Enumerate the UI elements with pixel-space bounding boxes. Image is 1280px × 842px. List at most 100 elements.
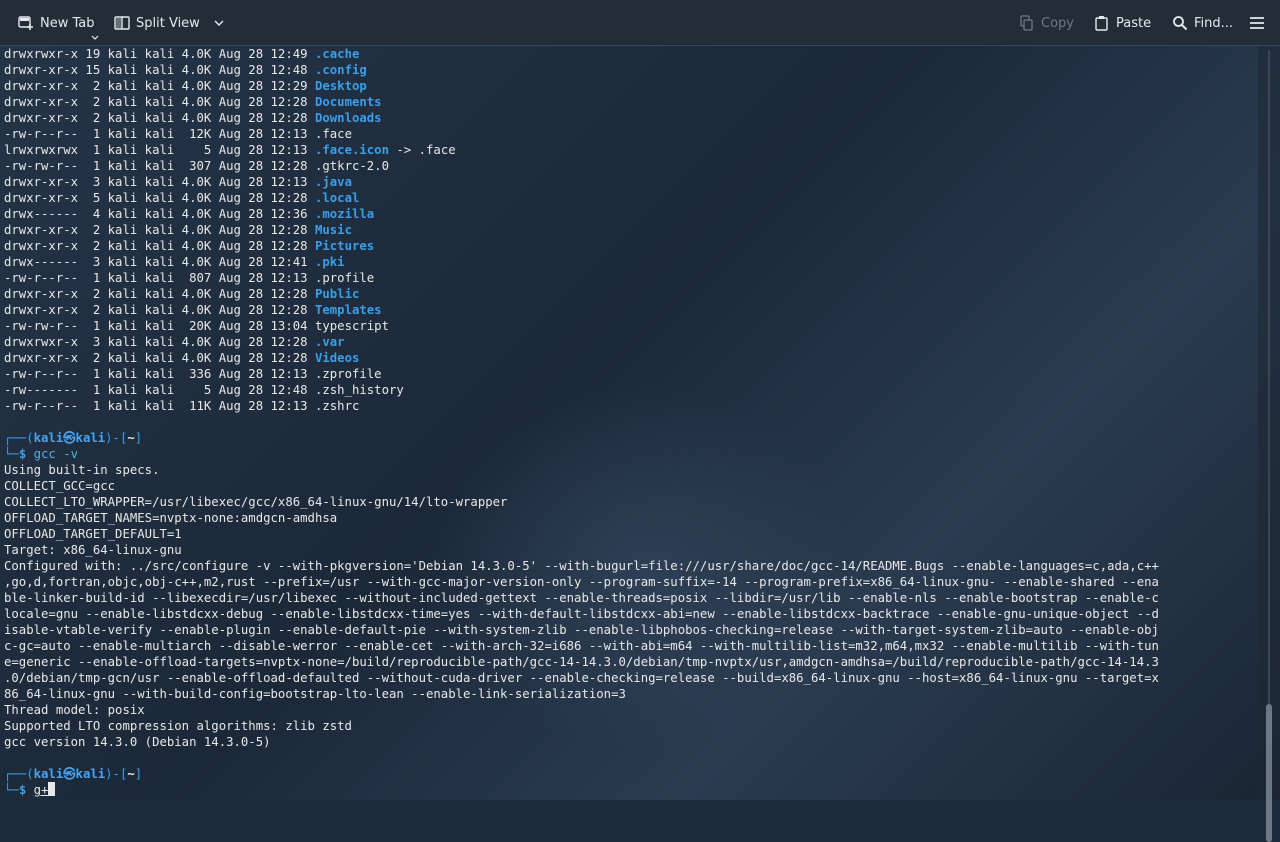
output-line: ble-linker-build-id --libexecdir=/usr/li…: [4, 590, 1159, 606]
output-line: OFFLOAD_TARGET_NAMES=nvptx-none:amdgcn-a…: [4, 510, 1159, 526]
listing-meta: drwxr-xr-x 2 kali kali 4.0K Aug 28 12:28: [4, 351, 315, 365]
listing-row: drwxr-xr-x 5 kali kali 4.0K Aug 28 12:28…: [4, 190, 1159, 206]
text-cursor: [48, 782, 56, 796]
find-label: Find...: [1194, 15, 1234, 31]
prompt-path: ~: [127, 431, 135, 445]
listing-row: -rw-r--r-- 1 kali kali 807 Aug 28 12:13 …: [4, 270, 1159, 286]
listing-meta: drwxrwxr-x 3 kali kali 4.0K Aug 28 12:28: [4, 335, 315, 349]
output-text: ,go,d,fortran,objc,obj-c++,m2,rust --pre…: [4, 575, 1159, 589]
prompt-frame: ┌──(: [4, 431, 34, 445]
new-tab-icon: [18, 15, 34, 31]
listing-row: drwxr-xr-x 2 kali kali 4.0K Aug 28 12:28…: [4, 222, 1159, 238]
listing-meta: lrwxrwxrwx 1 kali kali 5 Aug 28 12:13: [4, 143, 315, 157]
output-text: Supported LTO compression algorithms: zl…: [4, 719, 352, 733]
output-text: c-gc=auto --enable-multiarch --disable-w…: [4, 639, 1159, 653]
output-line: COLLECT_LTO_WRAPPER=/usr/libexec/gcc/x86…: [4, 494, 1159, 510]
listing-name: Desktop: [314, 79, 367, 93]
listing-name: .cache: [314, 47, 360, 61]
prompt-dollar: $: [18, 447, 34, 461]
listing-row: drwxr-xr-x 3 kali kali 4.0K Aug 28 12:13…: [4, 174, 1159, 190]
output-text: Using built-in specs.: [4, 463, 160, 477]
listing-meta: drwxr-xr-x 2 kali kali 4.0K Aug 28 12:28: [4, 287, 315, 301]
split-view-icon: [114, 15, 130, 31]
split-view-label: Split View: [136, 15, 200, 31]
new-tab-button[interactable]: New Tab: [18, 12, 95, 34]
listing-name: .local: [314, 191, 360, 205]
output-text: locale=gnu --enable-libstdcxx-debug --en…: [4, 607, 1159, 621]
listing-name: .gtkrc-2.0: [314, 159, 389, 173]
listing-meta: drwx------ 4 kali kali 4.0K Aug 28 12:36: [4, 207, 315, 221]
copy-button[interactable]: Copy: [1019, 12, 1074, 34]
listing-name: .face: [314, 127, 352, 141]
output-line: OFFLOAD_TARGET_DEFAULT=1: [4, 526, 1159, 542]
listing-row: drwxr-xr-x 2 kali kali 4.0K Aug 28 12:28…: [4, 286, 1159, 302]
listing-name: .mozilla: [314, 207, 375, 221]
hamburger-menu-button[interactable]: [1250, 12, 1264, 34]
prompt-frame: └─: [4, 447, 19, 461]
terminal-scrollbar[interactable]: [1258, 46, 1280, 842]
paste-label: Paste: [1116, 15, 1152, 31]
chevron-down-icon[interactable]: [214, 20, 224, 27]
listing-row: drwxrwxr-x 3 kali kali 4.0K Aug 28 12:28…: [4, 334, 1159, 350]
output-text: Configured with: ../src/configure -v --w…: [4, 559, 1159, 573]
listing-row: -rw------- 1 kali kali 5 Aug 28 12:48 .z…: [4, 382, 1159, 398]
listing-name: Documents: [314, 95, 382, 109]
prompt-frame: )-[: [105, 431, 128, 445]
command-text: gcc -v: [33, 447, 79, 461]
listing-row: drwxr-xr-x 15 kali kali 4.0K Aug 28 12:4…: [4, 62, 1159, 78]
output-text: isable-vtable-verify --enable-plugin --e…: [4, 623, 1159, 637]
listing-meta: drwxrwxr-x 19 kali kali 4.0K Aug 28 12:4…: [4, 47, 315, 61]
output-line: Configured with: ../src/configure -v --w…: [4, 558, 1159, 574]
listing-row: drwxr-xr-x 2 kali kali 4.0K Aug 28 12:28…: [4, 302, 1159, 318]
listing-meta: drwxr-xr-x 5 kali kali 4.0K Aug 28 12:28: [4, 191, 315, 205]
split-view-button[interactable]: Split View: [114, 12, 224, 34]
link-target: -> .face: [389, 143, 456, 157]
output-line: Target: x86_64-linux-gnu: [4, 542, 1159, 558]
listing-name: Templates: [314, 303, 382, 317]
listing-name: .face.icon: [314, 143, 389, 157]
output-text: OFFLOAD_TARGET_DEFAULT=1: [4, 527, 182, 541]
output-line: locale=gnu --enable-libstdcxx-debug --en…: [4, 606, 1159, 622]
listing-meta: -rw-r--r-- 1 kali kali 11K Aug 28 12:13: [4, 399, 315, 413]
listing-meta: drwxr-xr-x 2 kali kali 4.0K Aug 28 12:28: [4, 239, 315, 253]
listing-meta: drwxr-xr-x 15 kali kali 4.0K Aug 28 12:4…: [4, 63, 315, 77]
output-line: e=generic --enable-offload-targets=nvptx…: [4, 654, 1159, 670]
output-line: ,go,d,fortran,objc,obj-c++,m2,rust --pre…: [4, 574, 1159, 590]
listing-name: Music: [314, 223, 352, 237]
listing-name: Pictures: [314, 239, 375, 253]
output-line: COLLECT_GCC=gcc: [4, 478, 1159, 494]
listing-meta: drwxr-xr-x 2 kali kali 4.0K Aug 28 12:28: [4, 223, 315, 237]
listing-name: .profile: [314, 271, 375, 285]
new-tab-menu-arrow-icon[interactable]: [91, 30, 99, 45]
listing-name: .zshrc: [314, 399, 360, 413]
listing-meta: -rw-r--r-- 1 kali kali 807 Aug 28 12:13: [4, 271, 315, 285]
scrollbar-thumb[interactable]: [1266, 704, 1272, 842]
listing-name: Downloads: [314, 111, 382, 125]
prompt-line: ┌──(kali㉿kali)-[~]: [4, 430, 1159, 446]
prompt-line: ┌──(kali㉿kali)-[~]: [4, 766, 1159, 782]
prompt-frame: ]: [134, 431, 143, 445]
command-line: └─$ gcc -v: [4, 446, 1159, 462]
listing-meta: -rw-rw-r-- 1 kali kali 307 Aug 28 12:28: [4, 159, 315, 173]
output-text: ble-linker-build-id --libexecdir=/usr/li…: [4, 591, 1159, 605]
paste-icon: [1094, 15, 1110, 31]
output-line: .0/debian/tmp-gcn/usr --enable-offload-d…: [4, 670, 1159, 686]
listing-meta: drwxr-xr-x 2 kali kali 4.0K Aug 28 12:28: [4, 303, 315, 317]
output-line: Using built-in specs.: [4, 462, 1159, 478]
terminal-output: drwxrwxr-x 19 kali kali 4.0K Aug 28 12:4…: [4, 46, 1159, 798]
paste-button[interactable]: Paste: [1094, 12, 1151, 34]
output-text: e=generic --enable-offload-targets=nvptx…: [4, 655, 1159, 669]
output-line: gcc version 14.3.0 (Debian 14.3.0-5): [4, 734, 1159, 750]
listing-name: .zsh_history: [314, 383, 404, 397]
listing-row: drwxr-xr-x 2 kali kali 4.0K Aug 28 12:29…: [4, 78, 1159, 94]
prompt-frame: ]: [134, 767, 143, 781]
listing-row: -rw-r--r-- 1 kali kali 11K Aug 28 12:13 …: [4, 398, 1159, 414]
listing-row: drwx------ 3 kali kali 4.0K Aug 28 12:41…: [4, 254, 1159, 270]
terminal-view[interactable]: drwxrwxr-x 19 kali kali 4.0K Aug 28 12:4…: [0, 46, 1258, 800]
listing-row: lrwxrwxrwx 1 kali kali 5 Aug 28 12:13 .f…: [4, 142, 1159, 158]
find-button[interactable]: Find...: [1172, 12, 1233, 34]
prompt-dollar: $: [18, 783, 34, 797]
listing-row: drwxr-xr-x 2 kali kali 4.0K Aug 28 12:28…: [4, 350, 1159, 366]
